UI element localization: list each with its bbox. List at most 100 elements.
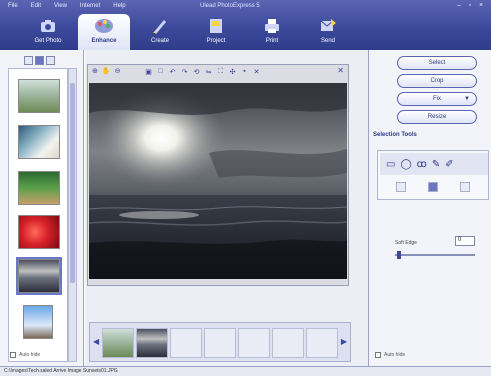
fit-icon[interactable]: ⛶ xyxy=(216,67,225,76)
thumbnail-list xyxy=(8,68,68,362)
lasso-icon[interactable]: ꝏ xyxy=(417,159,427,170)
mode-add-icon[interactable] xyxy=(428,182,438,192)
thumbnail-waves[interactable] xyxy=(18,125,60,159)
thumbnail-children[interactable] xyxy=(18,171,60,205)
sunset-photo[interactable] xyxy=(89,83,347,279)
menu-bar: File Edit View Internet Help xyxy=(8,3,126,13)
thumbnail-flowers[interactable] xyxy=(18,215,60,249)
status-bar: C:\Images\Tech.saled Arrive Image Sunset… xyxy=(0,366,491,376)
image-window: ⊕ ✋ ⊖ ▣ □ ↶ ↷ ⟲ ⇋ ⛶ ✣ ▪ ✕ ✕ xyxy=(87,64,349,286)
selection-shape-row: ▭ ◯ ꝏ ✎ ✐ xyxy=(380,153,488,175)
rotate-icon[interactable]: ⟲ xyxy=(192,67,201,76)
ellipse-select-icon[interactable]: ◯ xyxy=(400,159,411,170)
view-mode-list[interactable] xyxy=(24,56,33,65)
filmstrip-frame-5[interactable] xyxy=(238,328,270,358)
filmstrip-frame-4[interactable] xyxy=(204,328,236,358)
menu-internet[interactable]: Internet xyxy=(80,3,100,13)
undo-icon[interactable]: ↶ xyxy=(168,67,177,76)
main-toolbar-band: File Edit View Internet Help Ulead Photo… xyxy=(0,0,491,50)
select-button[interactable]: Select xyxy=(397,56,477,70)
resize-button-label: Resize xyxy=(427,114,447,120)
close-icon[interactable]: ✕ xyxy=(337,66,344,75)
tool-print[interactable]: Print xyxy=(246,14,298,48)
crop-icon[interactable]: □ xyxy=(156,67,165,76)
maximize-button[interactable]: ▫ xyxy=(466,2,474,9)
window-controls: – ▫ × xyxy=(455,2,485,9)
printer-icon xyxy=(262,16,282,36)
tool-label: Get Photo xyxy=(34,38,62,44)
minimize-button[interactable]: – xyxy=(455,2,463,9)
close-button[interactable]: × xyxy=(477,2,485,9)
select-icon[interactable]: ▣ xyxy=(144,67,153,76)
crop-button[interactable]: Crop xyxy=(397,74,477,88)
filmstrip-frame-2[interactable] xyxy=(136,328,168,358)
selection-tools-title: Selection Tools xyxy=(373,132,417,138)
select-button-label: Select xyxy=(428,60,446,66)
flip-icon[interactable]: ⇋ xyxy=(204,67,213,76)
zoom-out-icon[interactable]: ⊖ xyxy=(115,67,121,75)
left-auto-hide[interactable]: Auto hide xyxy=(10,352,40,358)
filmstrip-frame-6[interactable] xyxy=(272,328,304,358)
filmstrip-frame-1[interactable] xyxy=(102,328,134,358)
scrollbar-thumb[interactable] xyxy=(70,83,75,283)
thumbnail-beach[interactable] xyxy=(18,79,60,113)
thumbnail-sunset[interactable] xyxy=(16,257,62,295)
mode-new-icon[interactable] xyxy=(396,182,406,192)
tool-label: Enhance xyxy=(91,38,117,44)
zoom-in-icon[interactable]: ⊕ xyxy=(92,67,98,75)
menu-view[interactable]: View xyxy=(54,3,67,13)
move-icon[interactable]: ✣ xyxy=(228,67,237,76)
tool-label: Print xyxy=(265,38,279,44)
crop-button-label: Crop xyxy=(430,78,444,84)
menu-file[interactable]: File xyxy=(8,3,18,13)
menu-edit[interactable]: Edit xyxy=(31,3,41,13)
auto-hide-label: Auto hide xyxy=(19,352,41,358)
view-mode-details[interactable] xyxy=(46,56,55,65)
brush-select-icon[interactable]: ✐ xyxy=(445,159,453,170)
checkbox-icon[interactable] xyxy=(375,352,381,358)
view-mode-thumbnails[interactable] xyxy=(35,56,44,65)
slider-knob[interactable] xyxy=(397,251,401,259)
send-icon xyxy=(318,16,338,36)
fix-button-label: Fix xyxy=(433,96,441,102)
right-auto-hide[interactable]: Auto hide xyxy=(375,352,405,358)
zoom-tools: ⊕ ✋ ⊖ xyxy=(92,67,120,75)
task-toolbar: Get Photo Enhance Create Project Print S… xyxy=(22,14,358,50)
delete-icon[interactable]: ✕ xyxy=(252,67,261,76)
chevron-down-icon: ▼ xyxy=(464,96,470,102)
thumbnail-scrollbar[interactable] xyxy=(68,68,77,362)
hand-icon[interactable]: ✋ xyxy=(102,67,111,75)
tool-get-photo[interactable]: Get Photo xyxy=(22,14,74,48)
filmstrip: ◀ ▶ xyxy=(89,322,351,362)
thumbnail-lighthouse[interactable] xyxy=(23,305,53,339)
thumbnail-panel: Auto hide xyxy=(0,50,84,366)
tool-label: Create xyxy=(150,38,169,44)
filmstrip-frame-3[interactable] xyxy=(170,328,202,358)
auto-hide-label: Auto hide xyxy=(384,352,406,358)
palette-icon xyxy=(94,16,114,36)
mode-subtract-icon[interactable] xyxy=(460,182,470,192)
brush-icon xyxy=(150,16,170,36)
workspace: ⊕ ✋ ⊖ ▣ □ ↶ ↷ ⟲ ⇋ ⛶ ✣ ▪ ✕ ✕ ◀ ▶ xyxy=(85,50,368,366)
tool-create[interactable]: Create xyxy=(134,14,186,48)
menu-help[interactable]: Help xyxy=(113,3,125,13)
app-title: Ulead PhotoExpress 5 xyxy=(200,3,260,9)
rectangle-select-icon[interactable]: ▭ xyxy=(386,159,395,170)
filmstrip-prev-icon[interactable]: ◀ xyxy=(93,337,99,346)
magic-wand-icon[interactable]: ✎ xyxy=(432,159,440,170)
filmstrip-next-icon[interactable]: ▶ xyxy=(341,337,347,346)
checkbox-icon[interactable] xyxy=(10,352,16,358)
tool-project[interactable]: Project xyxy=(190,14,242,48)
tool-send[interactable]: Send xyxy=(302,14,354,48)
soft-edge-input[interactable]: 0 xyxy=(455,236,475,246)
soft-edge-slider[interactable] xyxy=(395,254,475,256)
redo-icon[interactable]: ↷ xyxy=(180,67,189,76)
filmstrip-frame-7[interactable] xyxy=(306,328,338,358)
book-icon xyxy=(206,16,226,36)
resize-button[interactable]: Resize xyxy=(397,110,477,124)
tool-enhance[interactable]: Enhance xyxy=(78,14,130,50)
camera-icon xyxy=(38,16,58,36)
save-icon[interactable]: ▪ xyxy=(240,67,249,76)
image-toolbar: ▣ □ ↶ ↷ ⟲ ⇋ ⛶ ✣ ▪ ✕ xyxy=(144,67,261,76)
fix-button[interactable]: Fix ▼ xyxy=(397,92,477,106)
